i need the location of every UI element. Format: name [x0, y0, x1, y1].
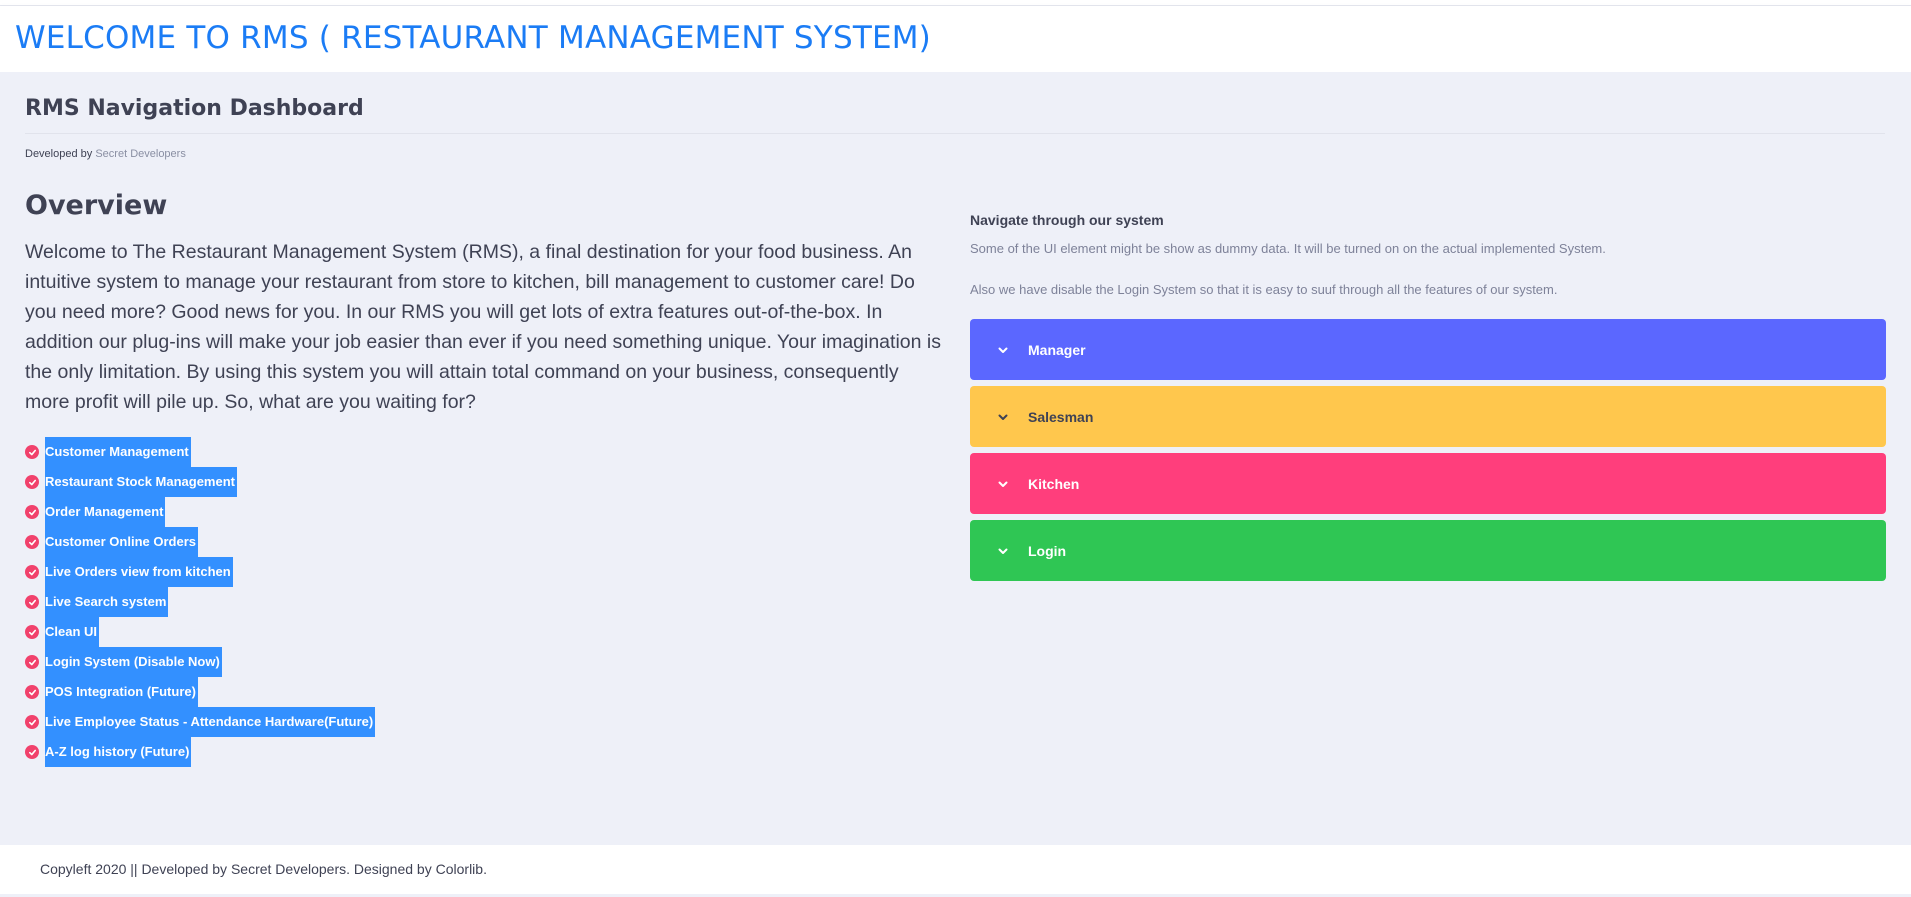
site-footer: Copyleft 2020 || Developed by Secret Dev…	[0, 845, 1911, 895]
feature-label: A-Z log history (Future)	[45, 737, 192, 767]
list-item: Restaurant Stock Management	[25, 467, 375, 497]
list-item: POS Integration (Future)	[25, 677, 375, 707]
footer-text: Copyleft 2020 || Developed by Secret Dev…	[40, 861, 487, 877]
check-circle-icon	[25, 505, 39, 519]
list-item: Live Orders view from kitchen	[25, 557, 375, 587]
chevron-down-icon	[998, 548, 1008, 554]
feature-label: Customer Management	[45, 437, 191, 467]
title-divider	[25, 133, 1885, 134]
list-item: Live Employee Status - Attendance Hardwa…	[25, 707, 376, 737]
feature-label: Live Search system	[45, 587, 169, 617]
chevron-down-icon	[998, 347, 1008, 353]
feature-label: Clean UI	[45, 617, 100, 647]
login-panel[interactable]: Login	[970, 520, 1886, 581]
list-item: Order Management	[25, 497, 375, 527]
chevron-down-icon	[998, 481, 1008, 487]
list-item: Login System (Disable Now)	[25, 647, 375, 677]
check-circle-icon	[25, 565, 39, 579]
chevron-down-icon	[998, 414, 1008, 420]
kitchen-panel-label: Kitchen	[1028, 475, 1080, 492]
check-circle-icon	[25, 475, 39, 489]
list-item: Customer Online Orders	[25, 527, 375, 557]
feature-label: Login System (Disable Now)	[45, 647, 222, 677]
developed-by-label: Developed by	[25, 148, 93, 160]
list-item: Customer Management	[25, 437, 375, 467]
salesman-panel-label: Salesman	[1028, 408, 1094, 425]
kitchen-panel[interactable]: Kitchen	[970, 453, 1886, 514]
check-circle-icon	[25, 655, 39, 669]
feature-label: Customer Online Orders	[45, 527, 198, 557]
developer-link[interactable]: Secret Developers	[95, 148, 186, 160]
main-content: RMS Navigation Dashboard Developed by Se…	[0, 72, 1911, 845]
feature-list: Customer Management Restaurant Stock Man…	[25, 437, 376, 767]
check-circle-icon	[25, 685, 39, 699]
check-circle-icon	[25, 715, 39, 729]
feature-label: Order Management	[45, 497, 166, 527]
check-circle-icon	[25, 445, 39, 459]
check-circle-icon	[25, 595, 39, 609]
site-header: WELCOME TO RMS ( RESTAURANT MANAGEMENT S…	[0, 6, 1911, 72]
login-panel-label: Login	[1028, 542, 1067, 559]
list-item: Live Search system	[25, 587, 375, 617]
nav-heading: Navigate through our system	[970, 212, 1164, 228]
salesman-panel[interactable]: Salesman	[970, 386, 1886, 447]
site-title: WELCOME TO RMS ( RESTAURANT MANAGEMENT S…	[15, 20, 931, 56]
feature-label: POS Integration (Future)	[45, 677, 198, 707]
manager-panel-label: Manager	[1028, 341, 1086, 358]
check-circle-icon	[25, 745, 39, 759]
list-item: Clean UI	[25, 617, 375, 647]
check-circle-icon	[25, 535, 39, 549]
list-item: A-Z log history (Future)	[25, 737, 375, 767]
page-title: RMS Navigation Dashboard	[25, 96, 364, 121]
nav-description-1: Some of the UI element might be show as …	[970, 241, 1606, 256]
overview-title: Overview	[25, 190, 168, 221]
feature-label: Restaurant Stock Management	[45, 467, 237, 497]
check-circle-icon	[25, 625, 39, 639]
overview-text: Welcome to The Restaurant Management Sys…	[25, 241, 941, 413]
feature-label: Live Employee Status - Attendance Hardwa…	[45, 707, 376, 737]
developed-by-line: Developed by Secret Developers	[25, 148, 186, 160]
feature-label: Live Orders view from kitchen	[45, 557, 233, 587]
nav-description-2: Also we have disable the Login System so…	[970, 282, 1558, 297]
manager-panel[interactable]: Manager	[970, 319, 1886, 380]
